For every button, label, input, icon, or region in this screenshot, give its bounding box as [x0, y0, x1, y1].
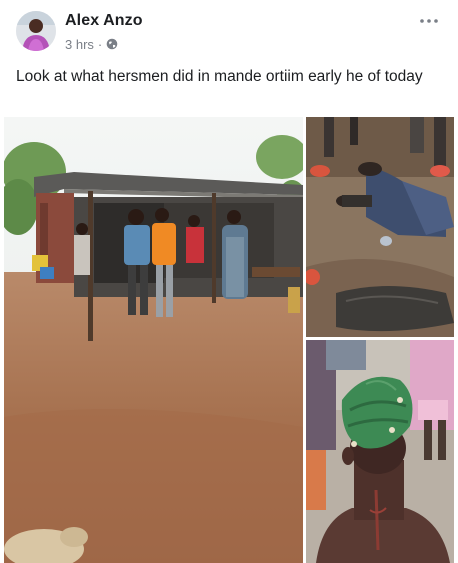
globe-icon [106, 38, 118, 50]
more-options-button[interactable] [414, 12, 444, 30]
photo-victim-on-ground[interactable] [306, 117, 454, 337]
post-meta: 3 hrs · [65, 36, 118, 52]
avatar[interactable] [16, 11, 56, 51]
photo-village-scene[interactable] [4, 117, 303, 563]
more-options-icon [420, 19, 438, 23]
author-name[interactable]: Alex Anzo [65, 12, 143, 30]
post-time[interactable]: 3 hrs [65, 37, 94, 52]
facebook-post: Alex Anzo 3 hrs · Look at what hersmen d… [0, 0, 458, 563]
separator-dot: · [97, 36, 103, 52]
photo-injured-man-head-wrap[interactable] [306, 340, 454, 563]
post-text: Look at what hersmen did in mande ortiim… [16, 68, 423, 85]
